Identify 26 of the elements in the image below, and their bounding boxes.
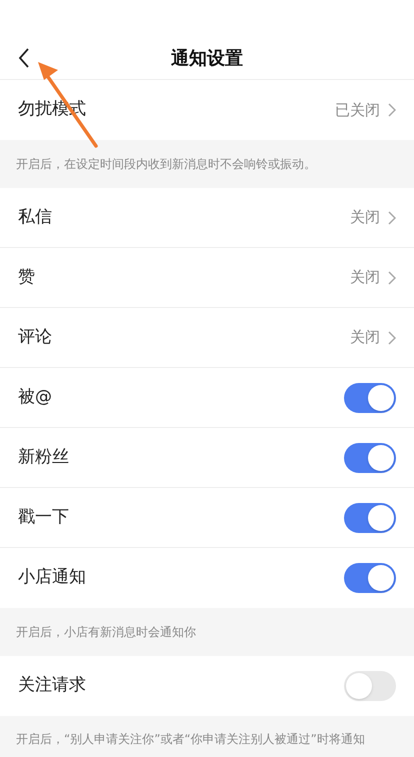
section-note: 开启后，小店有新消息时会通知你: [16, 624, 196, 640]
toggle-switch[interactable]: [344, 563, 396, 593]
chevron-right-icon: [388, 210, 396, 224]
setting-label: 关注请求: [18, 674, 86, 698]
setting-label: 小店通知: [18, 566, 86, 590]
setting-value-link[interactable]: 已关闭: [335, 98, 396, 122]
chevron-right-icon: [388, 330, 396, 344]
section-note: 开启后，在设定时间段内收到新消息时不会响铃或振动。: [16, 156, 316, 172]
setting-label: 私信: [18, 206, 52, 229]
setting-label: 戳一下: [18, 506, 69, 529]
toggle-switch[interactable]: [344, 442, 396, 472]
setting-label: 被@: [18, 386, 52, 409]
section-note: 开启后，“别人申请关注你”或者“你申请关注别人被通过”时将通知: [16, 731, 365, 747]
chevron-right-icon: [388, 103, 396, 117]
setting-value-link[interactable]: 关闭: [350, 206, 396, 229]
setting-value-link[interactable]: 关闭: [350, 326, 396, 349]
page-title: 通知设置: [171, 47, 243, 71]
toggle-switch[interactable]: [344, 382, 396, 412]
toggle-switch[interactable]: [344, 671, 396, 701]
setting-label: 新粉丝: [18, 446, 69, 469]
setting-value-link[interactable]: 关闭: [350, 266, 396, 289]
setting-label: 评论: [18, 326, 52, 349]
back-icon: [18, 48, 30, 68]
chevron-right-icon: [388, 270, 396, 284]
toggle-switch[interactable]: [344, 502, 396, 532]
setting-label: 赞: [18, 266, 35, 289]
